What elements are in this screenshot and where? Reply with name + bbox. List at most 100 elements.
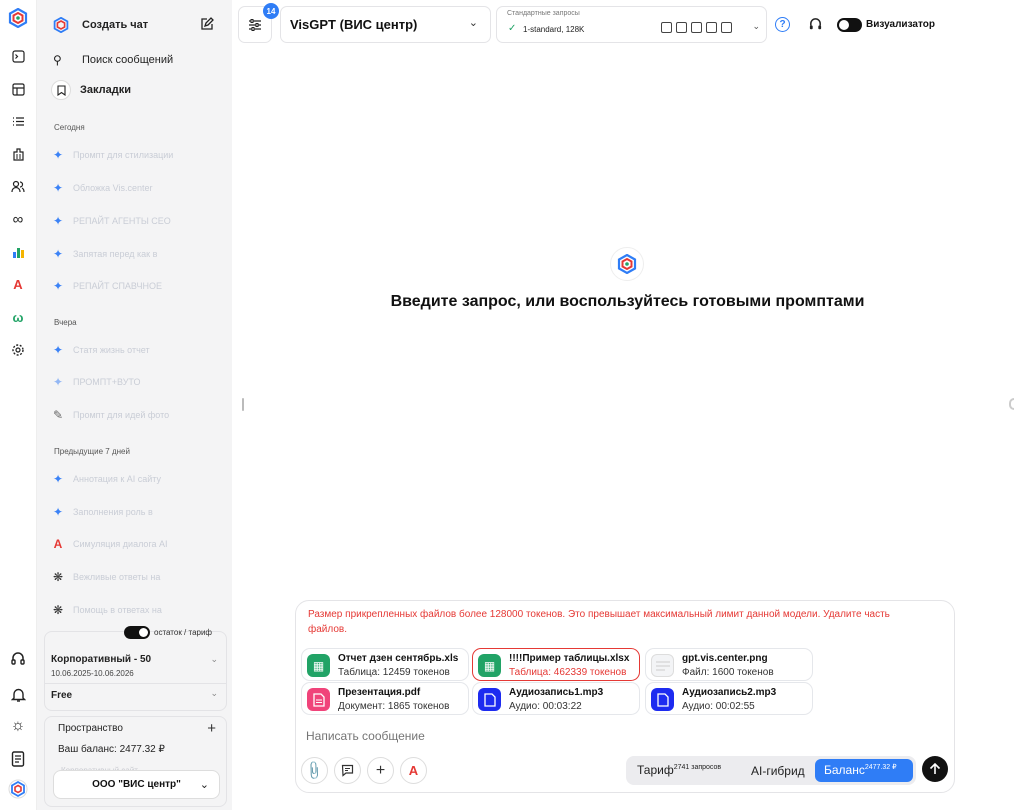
plan-toggle[interactable] — [124, 626, 150, 639]
draw-icon: ✎ — [52, 408, 64, 422]
requests-select[interactable]: Стандартные запросы ✓ 1-standard, 128K ⌄ — [496, 6, 767, 43]
search-icon: ⚲ — [53, 53, 62, 67]
gear-icon[interactable] — [8, 340, 28, 360]
file-meta: Аудио: 00:02:55 — [682, 701, 755, 712]
headset-icon[interactable] — [808, 17, 823, 37]
file-type-icons — [661, 22, 732, 33]
brand-logo-icon — [617, 254, 637, 274]
brand-logo-icon[interactable] — [8, 779, 28, 799]
table-icon[interactable] — [8, 79, 28, 99]
history-item[interactable]: ✦ РЕПАЙТ АГЕНТЫ СЕО — [51, 210, 221, 232]
file-meta: Файл: 1600 токенов — [682, 667, 774, 678]
a-logo-icon: A — [408, 763, 419, 778]
history-item[interactable]: ✦ РЕПАЙТ СПАВЧНОЕ — [51, 275, 221, 297]
balance-label: Баланс — [824, 763, 865, 777]
file-chip[interactable]: ▦ !!!!Пример таблицы.xlsx Таблица: 46233… — [472, 648, 640, 681]
plus-icon: + — [375, 761, 386, 779]
chevron-down-icon: ⌄ — [752, 21, 760, 31]
openai-icon: ❋ — [52, 603, 64, 617]
help-icon[interactable]: ? — [775, 17, 790, 32]
a-logo-icon: A — [53, 537, 63, 551]
chart-color-icon[interactable] — [8, 242, 28, 262]
search-messages[interactable]: ⚲ Поиск сообщений — [45, 46, 225, 74]
chat-icon — [341, 764, 354, 777]
image-icon — [676, 22, 687, 33]
sparkle-icon: ✦ — [52, 247, 64, 261]
new-chat-button[interactable]: Создать чат — [45, 11, 225, 39]
infinity-icon[interactable]: ∞ — [8, 209, 28, 229]
history-item[interactable]: ✦ Аннотация к AI сайту — [51, 468, 221, 490]
history-item[interactable]: ✦ Запятая перед как в — [51, 243, 221, 265]
plan-name: Корпоративный - 50 — [51, 654, 152, 665]
w-logo-icon[interactable]: ω — [8, 307, 28, 327]
history-item[interactable]: ❋ Вежливые ответы на — [51, 566, 221, 588]
slides-icon — [706, 22, 717, 33]
tariff-mode-button[interactable]: Тариф2741 запросов — [637, 763, 721, 777]
pdf-icon — [721, 22, 732, 33]
history-item[interactable]: ✦ Обложка Vis.center — [51, 177, 221, 199]
org-name: ООО "ВИС центр" — [92, 779, 181, 790]
file-chip[interactable]: gpt.vis.center.png Файл: 1600 токенов — [645, 648, 813, 681]
right-panel-handle[interactable] — [1009, 398, 1014, 410]
history-item[interactable]: ✦ ПРОМПТ+ВУТО — [51, 371, 221, 393]
model-select[interactable]: VisGPT (ВИС центр) ⌄ — [280, 6, 491, 43]
building-icon[interactable] — [8, 144, 28, 164]
image-thumbnail-icon — [651, 654, 674, 677]
space-card: Пространство + Ваш баланс: 2477.32 ₽ Кор… — [44, 716, 227, 807]
history-item[interactable]: ✎ Промпт для идей фото — [51, 404, 221, 426]
terminal-icon[interactable] — [8, 46, 28, 66]
free-plan-label[interactable]: Free — [51, 690, 72, 701]
audio-file-icon — [651, 688, 674, 711]
file-chip[interactable]: ▦ Отчет дзен сентябрь.xls Таблица: 12459… — [301, 648, 469, 681]
settings-button[interactable]: 14 — [238, 3, 279, 43]
search-messages-label: Поиск сообщений — [82, 54, 174, 66]
file-chip[interactable]: Аудиозапись2.mp3 Аудио: 00:02:55 — [645, 682, 813, 715]
history-item[interactable]: A Симуляция диалога AI — [51, 533, 221, 555]
history-item[interactable]: ✦ Промпт для стилизации — [51, 144, 221, 166]
chevron-down-icon[interactable]: ⌄ — [210, 654, 218, 665]
sparkle-icon: ✦ — [52, 343, 64, 357]
file-chip[interactable]: Аудиозапись1.mp3 Аудио: 00:03:22 — [472, 682, 640, 715]
add-icon[interactable]: + — [207, 720, 216, 737]
sparkle-icon: ✦ — [52, 214, 64, 228]
headset-icon[interactable] — [8, 649, 28, 669]
add-button[interactable]: + — [367, 757, 394, 784]
sun-icon[interactable]: ☼ — [8, 716, 28, 736]
space-balance: Ваш баланс: 2477.32 ₽ — [58, 744, 165, 755]
prompts-button[interactable] — [334, 757, 361, 784]
tariff-requests: 2741 запросов — [673, 764, 722, 771]
file-chip[interactable]: Презентация.pdf Документ: 1865 токенов — [301, 682, 469, 715]
file-name: Отчет дзен сентябрь.xls — [338, 653, 459, 664]
file-name: !!!!Пример таблицы.xlsx — [509, 653, 630, 664]
history-item[interactable]: ✦ Заполнения роль в — [51, 501, 221, 523]
users-icon[interactable] — [8, 176, 28, 196]
app-logo-icon[interactable] — [8, 8, 28, 28]
toggle-knob — [139, 628, 148, 637]
chevron-down-icon[interactable]: ⌄ — [210, 688, 218, 699]
token-warning: Размер прикрепленных файлов более 128000… — [308, 609, 890, 635]
excel-icon — [691, 22, 702, 33]
plan-dates: 10.06.2025-10.06.2026 — [51, 669, 134, 678]
visualizer-toggle[interactable] — [837, 18, 862, 32]
excel-file-icon: ▦ — [307, 654, 330, 677]
requests-caption: Стандартные запросы — [507, 10, 580, 17]
message-input[interactable] — [306, 725, 926, 747]
history-item[interactable]: ✦ Статя жизнь отчет — [51, 339, 221, 361]
list-icon[interactable] — [8, 111, 28, 131]
hybrid-mode-button[interactable]: AI-гибрид — [751, 764, 805, 778]
a-tool-button[interactable]: A — [400, 757, 427, 784]
section-week-title: Предыдущие 7 дней — [54, 447, 130, 456]
edit-icon[interactable] — [200, 17, 214, 34]
a-logo-icon[interactable]: A — [8, 274, 28, 294]
history-item[interactable]: ❋ Помощь в ответах на — [51, 599, 221, 621]
sidebar-resize-handle[interactable] — [242, 398, 244, 411]
bookmarks-button[interactable]: Закладки — [45, 76, 225, 104]
send-button[interactable] — [922, 756, 948, 782]
balance-mode-button[interactable]: Баланс2477.32 ₽ — [815, 759, 913, 782]
document-icon[interactable] — [8, 749, 28, 769]
org-select[interactable]: ООО "ВИС центр" ⌄ — [53, 770, 220, 799]
attach-button[interactable]: 📎 — [301, 757, 328, 784]
tariff-label: Тариф — [637, 763, 674, 777]
bell-icon[interactable] — [8, 685, 28, 705]
file-name: Аудиозапись2.mp3 — [682, 687, 777, 698]
